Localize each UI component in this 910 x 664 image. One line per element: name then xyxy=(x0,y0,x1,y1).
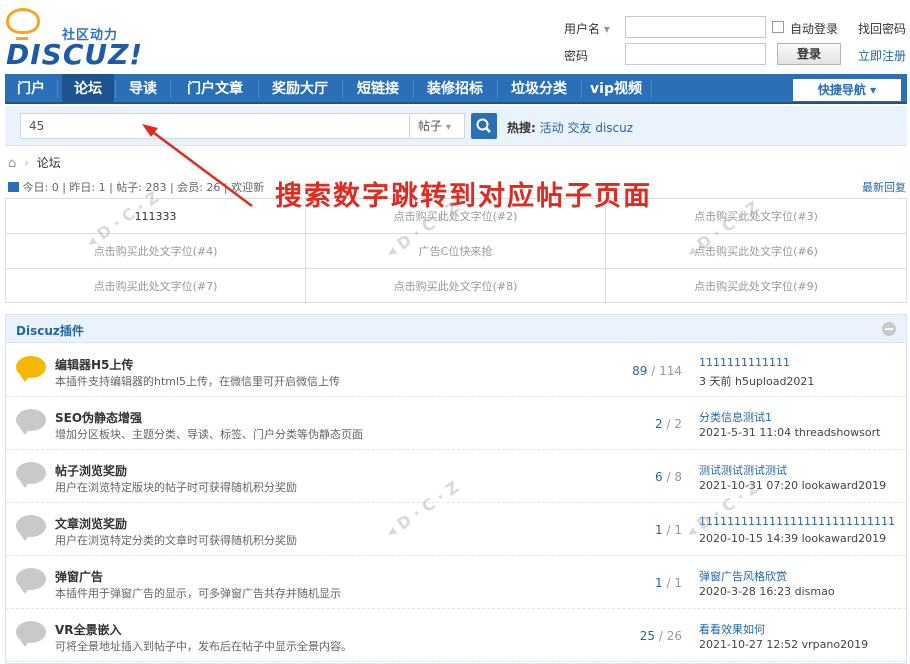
forum-counts: 2 / 2 xyxy=(655,417,682,431)
forum-title[interactable]: 帖子浏览奖励 xyxy=(55,462,127,479)
forum-title[interactable]: 文章浏览奖励 xyxy=(55,515,127,532)
last-post-meta: 2021-10-27 12:52 vrpano2019 xyxy=(699,638,869,651)
last-post-title[interactable]: 1111111111111 xyxy=(699,356,790,369)
forum-desc: 本插件支持编辑器的html5上传，在微信里可开启微信上传 xyxy=(55,375,341,388)
last-post-title[interactable]: 测试测试测试测试 xyxy=(699,462,787,478)
forum-desc: 本插件用于弹窗广告的显示，可多弹窗广告共存并随机显示 xyxy=(55,587,341,600)
last-post-meta: 2020-3-28 16:23 dismao xyxy=(699,585,835,598)
forum-desc: 可将全景地址插入到帖子中，发布后在帖子中显示全景内容。 xyxy=(55,640,352,653)
forum-counts: 25 / 26 xyxy=(639,629,682,643)
last-post-title[interactable]: 1111111111111111111111111111 xyxy=(699,515,895,528)
forum-counts: 6 / 8 xyxy=(655,470,682,484)
forum-title[interactable]: 编辑器H5上传 xyxy=(55,356,133,373)
forum-counts: 1 / 1 xyxy=(655,576,682,590)
forum-new-icon xyxy=(16,356,46,382)
list-item: SEO伪静态增强 增加分区板块、主题分类、导读、标签、门户分类等伪静态页面 2 … xyxy=(6,397,906,450)
last-post-meta: 3 天前 h5upload2021 xyxy=(699,375,815,388)
list-item: 弹窗广告 本插件用于弹窗广告的显示，可多弹窗广告共存并随机显示 1 / 1 弹窗… xyxy=(6,556,906,609)
forum-title[interactable]: VR全景嵌入 xyxy=(55,621,122,638)
section-header: Discuz插件 xyxy=(6,315,906,343)
forum-icon xyxy=(16,568,46,594)
annotation-text: 搜索数字跳转到对应帖子页面 xyxy=(275,181,652,212)
forum-icon xyxy=(16,621,46,647)
forum-title[interactable]: 弹窗广告 xyxy=(55,568,103,585)
last-post-title[interactable]: 弹窗广告风格欣赏 xyxy=(699,568,787,584)
list-item: 文章浏览奖励 用户在浏览特定分类的文章时可获得随机积分奖励 1 / 1 1111… xyxy=(6,503,906,556)
forum-desc: 用户在浏览特定版块的帖子时可获得随机积分奖励 xyxy=(55,481,297,494)
forum-icon xyxy=(16,462,46,488)
list-item: 编辑器H5上传 本插件支持编辑器的html5上传，在微信里可开启微信上传 89 … xyxy=(6,344,906,397)
forum-counts: 89 / 114 xyxy=(632,364,682,378)
forum-counts: 1 / 1 xyxy=(655,523,682,537)
list-item: 帖子浏览奖励 用户在浏览特定版块的帖子时可获得随机积分奖励 6 / 8 测试测试… xyxy=(6,450,906,503)
forum-desc: 用户在浏览特定分类的文章时可获得随机积分奖励 xyxy=(55,534,297,547)
last-post-meta: 2020-10-15 14:39 lookaward2019 xyxy=(699,532,887,545)
forum-icon xyxy=(16,515,46,541)
collapse-icon[interactable] xyxy=(882,322,896,336)
last-post-title[interactable]: 看看效果如何 xyxy=(699,621,765,637)
section-title[interactable]: Discuz插件 xyxy=(16,322,84,339)
last-post-meta: 2021-10-31 07:20 lookaward2019 xyxy=(699,479,887,492)
last-post-meta: 2021-5-31 11:04 threadshowsort xyxy=(699,426,881,439)
last-post-title[interactable]: 分类信息测试1 xyxy=(699,409,772,425)
forum-icon xyxy=(16,409,46,435)
list-item: VR全景嵌入 可将全景地址插入到帖子中，发布后在帖子中显示全景内容。 25 / … xyxy=(6,609,906,662)
forum-title[interactable]: SEO伪静态增强 xyxy=(55,409,142,426)
forum-desc: 增加分区板块、主题分类、导读、标签、门户分类等伪静态页面 xyxy=(55,428,363,441)
plugin-section: Discuz插件 编辑器H5上传 本插件支持编辑器的html5上传，在微信里可开… xyxy=(5,314,907,664)
